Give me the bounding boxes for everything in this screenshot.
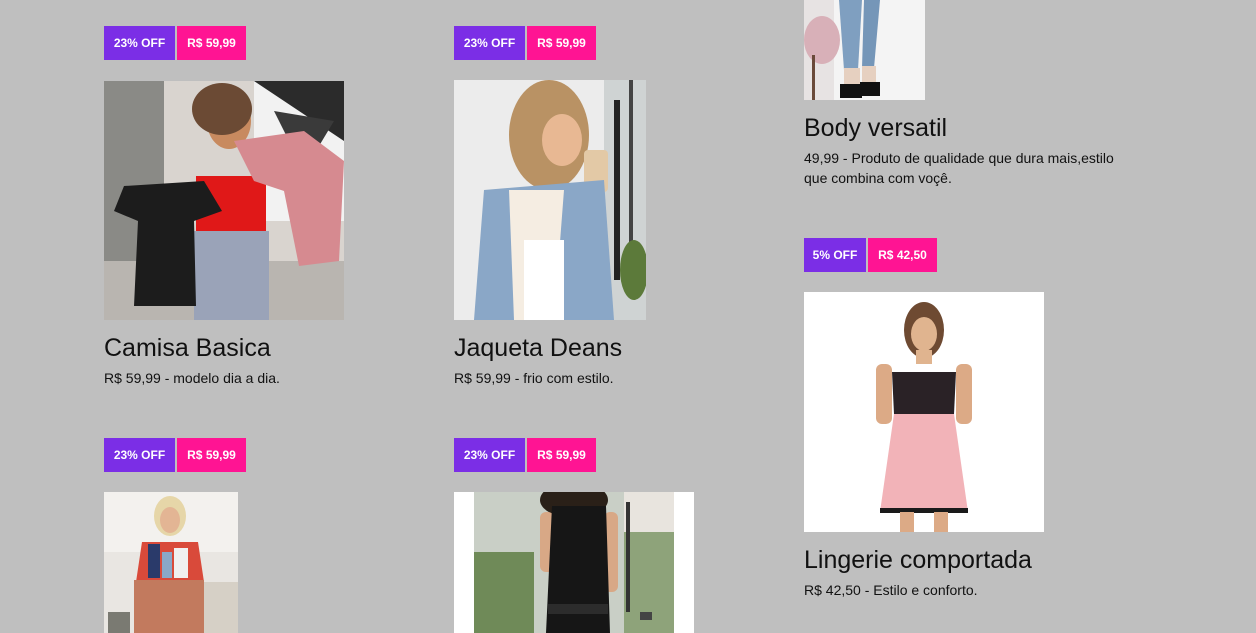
badge-group: 23% OFF R$ 59,99	[104, 26, 246, 60]
product-description: R$ 59,99 - frio com estilo.	[454, 370, 614, 386]
discount-badge: 23% OFF	[454, 438, 525, 472]
product-title[interactable]: Body versatil	[804, 114, 947, 143]
price-badge: R$ 59,99	[177, 438, 246, 472]
product-description: 49,99 - Produto de qualidade que dura ma…	[804, 150, 1114, 186]
product-image[interactable]	[104, 492, 238, 633]
price-badge: R$ 59,99	[527, 26, 596, 60]
price-badge: R$ 59,99	[177, 26, 246, 60]
discount-badge: 23% OFF	[454, 26, 525, 60]
badge-group: 23% OFF R$ 59,99	[104, 438, 246, 472]
price-badge: R$ 59,99	[527, 438, 596, 472]
discount-badge: 5% OFF	[804, 238, 866, 272]
product-description: R$ 59,99 - modelo dia a dia.	[104, 370, 280, 386]
product-image[interactable]	[804, 292, 1044, 532]
product-grid: 23% OFF R$ 59,99 Camisa Basica R$ 59,99 …	[0, 0, 1256, 633]
price-badge: R$ 42,50	[868, 238, 937, 272]
product-title[interactable]: Lingerie comportada	[804, 546, 1032, 575]
discount-badge: 23% OFF	[104, 438, 175, 472]
product-image[interactable]	[104, 81, 344, 320]
discount-badge: 23% OFF	[104, 26, 175, 60]
product-image[interactable]	[454, 80, 646, 320]
product-title[interactable]: Jaqueta Deans	[454, 334, 622, 363]
badge-group: 23% OFF R$ 59,99	[454, 438, 596, 472]
badge-group: 5% OFF R$ 42,50	[804, 238, 937, 272]
product-image[interactable]	[454, 492, 694, 633]
badge-group: 23% OFF R$ 59,99	[454, 26, 596, 60]
product-description: R$ 42,50 - Estilo e conforto.	[804, 582, 978, 598]
product-image[interactable]	[804, 0, 925, 100]
product-title[interactable]: Camisa Basica	[104, 334, 271, 363]
